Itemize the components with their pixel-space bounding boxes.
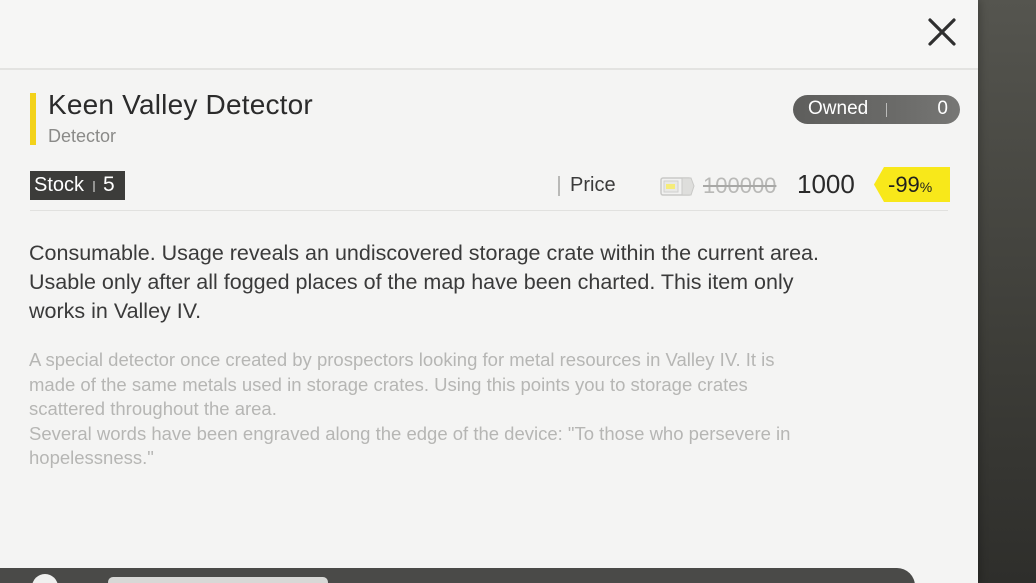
stock-label: Stock <box>34 174 85 196</box>
item-type-label: Detector <box>48 126 117 146</box>
title-accent-bar <box>30 93 36 145</box>
panel-header-bar <box>0 0 978 70</box>
stock-value: 5 <box>103 173 115 196</box>
discount-badge: -99% <box>874 167 950 202</box>
item-title: Keen Valley Detector <box>48 89 313 120</box>
owned-count-badge: Owned 0 <box>793 95 960 124</box>
stock-separator <box>93 181 95 192</box>
owned-count: 0 <box>937 98 948 119</box>
quantity-slider[interactable] <box>108 577 328 583</box>
flavor-line: scattered throughout the area. <box>29 398 277 419</box>
close-icon <box>928 18 956 46</box>
stock-badge: Stock 5 <box>30 171 125 200</box>
owned-label: Owned <box>808 98 869 119</box>
item-flavor-text: A special detector once created by prosp… <box>29 348 959 471</box>
price-separator <box>558 176 560 196</box>
currency-ticket-icon <box>660 174 696 198</box>
close-button[interactable] <box>922 12 962 52</box>
background-scene <box>978 0 1036 583</box>
screen: Keen Valley Detector Detector Owned 0 St… <box>0 0 1036 583</box>
current-price: 1000 <box>797 169 855 199</box>
flavor-line: hopelessness." <box>29 447 154 468</box>
description-line: Consumable. Usage reveals an undiscovere… <box>29 241 819 265</box>
discount-value: -99 <box>888 172 920 197</box>
discount-text: -99% <box>888 172 932 198</box>
item-detail-panel: Keen Valley Detector Detector Owned 0 St… <box>0 0 978 583</box>
owned-separator <box>886 103 887 117</box>
flavor-line: Several words have been engraved along t… <box>29 422 791 444</box>
discount-unit: % <box>919 179 933 195</box>
flavor-line: made of the same metals used in storage … <box>29 373 748 395</box>
flavor-line: A special detector once created by prosp… <box>29 349 775 370</box>
item-description: Consumable. Usage reveals an undiscovere… <box>29 239 959 326</box>
section-divider <box>30 210 948 211</box>
price-label: Price <box>570 174 616 196</box>
original-price: 100000 <box>703 173 777 198</box>
description-line: Usable only after all fogged places of t… <box>29 270 794 294</box>
description-line: works in Valley IV. <box>29 299 202 323</box>
